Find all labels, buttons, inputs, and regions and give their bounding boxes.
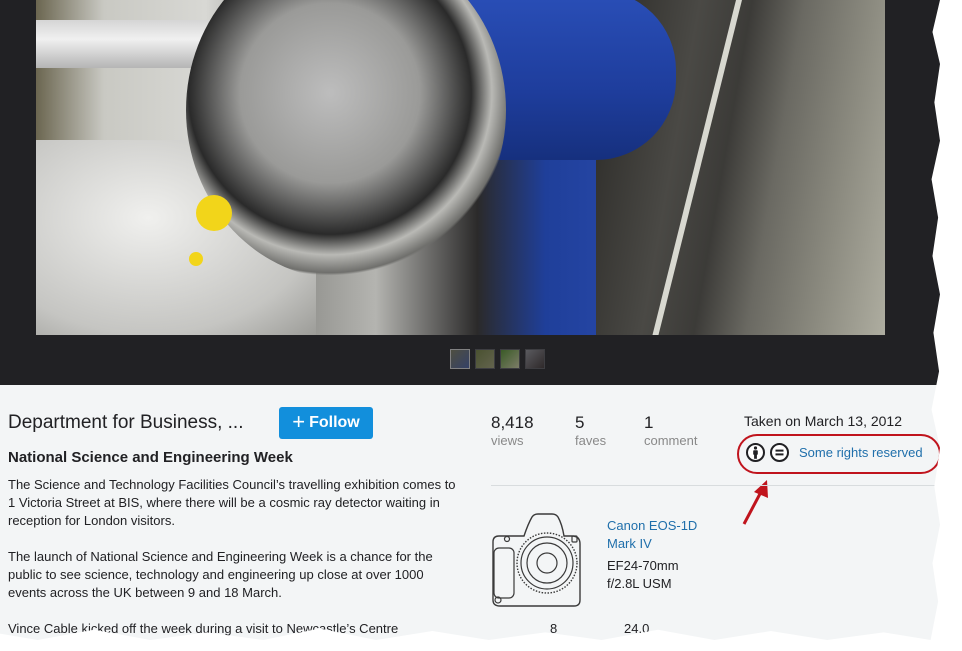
thumbnail-3[interactable] — [500, 349, 520, 369]
photo-description: The Science and Technology Facilities Co… — [8, 476, 458, 640]
owner-name[interactable]: Department for Business, ... — [8, 412, 244, 434]
views-label: views — [491, 433, 524, 448]
thumbnail-strip — [450, 349, 545, 369]
views-count: 8,418 — [491, 413, 534, 432]
screenshot-frame: Department for Business, ... + Follow Na… — [0, 0, 940, 640]
license-info: Some rights reserved — [746, 443, 923, 462]
main-photo[interactable] — [36, 0, 885, 335]
stat-faves: 5 faves — [575, 413, 644, 449]
description-paragraph: Vince Cable kicked off the week during a… — [8, 621, 399, 636]
comments-count: 1 — [644, 413, 654, 432]
camera-icon — [492, 513, 581, 607]
follow-button[interactable]: + Follow — [279, 407, 373, 439]
section-divider — [491, 485, 940, 486]
stat-comments[interactable]: 1 comment — [644, 413, 734, 449]
thumbnail-1[interactable] — [450, 349, 470, 369]
lens-line: EF24-70mm — [607, 558, 679, 573]
cc-nd-icon[interactable] — [770, 443, 789, 462]
lens-info: EF24-70mm f/2.8L USM — [607, 557, 717, 593]
comments-label: comment — [644, 433, 698, 448]
follow-label: Follow — [309, 414, 360, 431]
photo-stage — [0, 0, 940, 385]
photo-region-yellow-cap — [196, 195, 232, 231]
camera-model-link[interactable]: Canon EOS-1D Mark IV — [607, 517, 717, 553]
thumbnail-4[interactable] — [525, 349, 545, 369]
description-paragraph: The Science and Technology Facilities Co… — [8, 477, 456, 528]
license-link[interactable]: Some rights reserved — [799, 445, 923, 460]
thumbnail-2[interactable] — [475, 349, 495, 369]
photo-info-panel: Department for Business, ... + Follow Na… — [0, 385, 940, 640]
photo-region-yellow-dot — [189, 252, 203, 266]
lens-line: f/2.8L USM — [607, 576, 672, 591]
stat-views: 8,418 views — [491, 413, 575, 449]
description-paragraph: The launch of National Science and Engin… — [8, 549, 433, 600]
faves-label: faves — [575, 433, 607, 448]
faves-count: 5 — [575, 413, 585, 432]
exif-aperture-partial: 8 — [550, 621, 558, 636]
exif-focal-partial: 24.0 — [624, 621, 650, 636]
photo-stats: 8,418 views 5 faves 1 comment — [491, 413, 734, 449]
date-taken: Taken on March 13, 2012 — [744, 413, 902, 429]
photo-title: National Science and Engineering Week — [8, 449, 293, 466]
plus-icon: + — [292, 409, 306, 434]
cc-by-icon[interactable] — [746, 443, 765, 462]
